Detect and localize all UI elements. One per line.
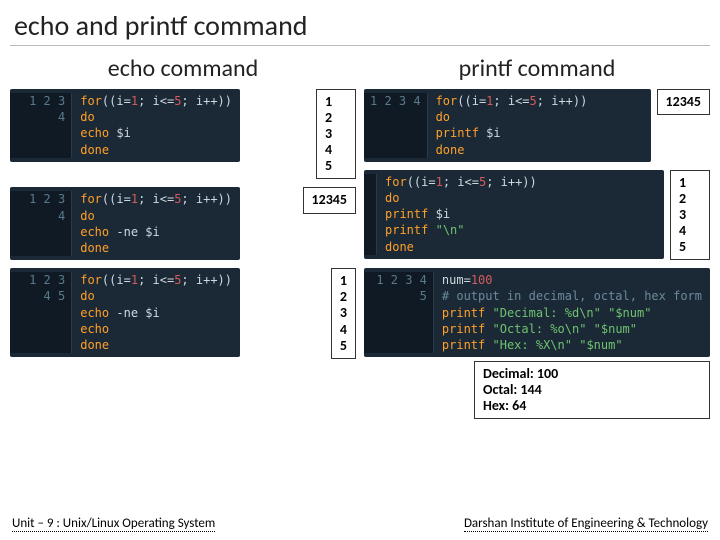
printf-output-3: Decimal: 100 Octal: 144 Hex: 64	[474, 361, 710, 419]
echo-heading: echo command	[10, 52, 356, 89]
printf-row-2: for((i=1; i<=5; i++)) do printf $i print…	[364, 170, 710, 260]
echo-code-1: 1 2 3 4 for((i=1; i<=5; i++)) do echo $i…	[10, 89, 240, 162]
echo-column: echo command 1 2 3 4 for((i=1; i<=5; i++…	[10, 52, 356, 423]
code-lines: for((i=1; i<=5; i++)) do echo $i done	[72, 93, 240, 158]
gutter: 1 2 3 4 5	[364, 272, 434, 353]
printf-output-1: 12345	[657, 89, 710, 115]
gutter: 1 2 3 4	[10, 191, 72, 256]
echo-output-3: 1 2 3 4 5	[331, 268, 356, 358]
printf-code-2: for((i=1; i<=5; i++)) do printf $i print…	[364, 170, 664, 259]
code-lines: for((i=1; i<=5; i++)) do printf $i done	[428, 93, 596, 158]
gutter	[364, 174, 377, 255]
echo-code-2: 1 2 3 4 for((i=1; i<=5; i++)) do echo -n…	[10, 187, 240, 260]
printf-heading: printf command	[364, 52, 710, 89]
printf-output-2: 1 2 3 4 5	[670, 170, 710, 260]
echo-code-3: 1 2 3 4 5 for((i=1; i<=5; i++)) do echo …	[10, 268, 240, 357]
gutter: 1 2 3 4	[364, 93, 428, 158]
footer: Unit – 9 : Unix/Linux Operating System D…	[0, 510, 720, 540]
code-lines: for((i=1; i<=5; i++)) do echo -ne $i don…	[72, 191, 240, 256]
gutter: 1 2 3 4 5	[10, 272, 72, 353]
gutter: 1 2 3 4	[10, 93, 72, 158]
footer-right: Darshan Institute of Engineering & Techn…	[464, 516, 708, 532]
printf-row-3: 1 2 3 4 5 num=100 # output in decimal, o…	[364, 268, 710, 423]
printf-column: printf command 1 2 3 4 for((i=1; i<=5; i…	[364, 52, 710, 423]
echo-row-2: 1 2 3 4 for((i=1; i<=5; i++)) do echo -n…	[10, 187, 356, 260]
printf-code-1: 1 2 3 4 for((i=1; i<=5; i++)) do printf …	[364, 89, 651, 162]
page-title: echo and printf command	[0, 0, 720, 45]
code-lines: for((i=1; i<=5; i++)) do echo -ne $i ech…	[72, 272, 240, 353]
footer-left: Unit – 9 : Unix/Linux Operating System	[12, 516, 215, 532]
echo-output-2: 12345	[303, 187, 356, 213]
code-lines: for((i=1; i<=5; i++)) do printf $i print…	[377, 174, 545, 255]
echo-row-3: 1 2 3 4 5 for((i=1; i<=5; i++)) do echo …	[10, 268, 356, 358]
echo-row-1: 1 2 3 4 for((i=1; i<=5; i++)) do echo $i…	[10, 89, 356, 179]
divider	[10, 45, 710, 46]
printf-row-1: 1 2 3 4 for((i=1; i<=5; i++)) do printf …	[364, 89, 710, 162]
code-lines: num=100 # output in decimal, octal, hex …	[434, 272, 710, 353]
printf-code-3: 1 2 3 4 5 num=100 # output in decimal, o…	[364, 268, 710, 357]
columns: echo command 1 2 3 4 for((i=1; i<=5; i++…	[0, 52, 720, 423]
echo-output-1: 1 2 3 4 5	[316, 89, 356, 179]
